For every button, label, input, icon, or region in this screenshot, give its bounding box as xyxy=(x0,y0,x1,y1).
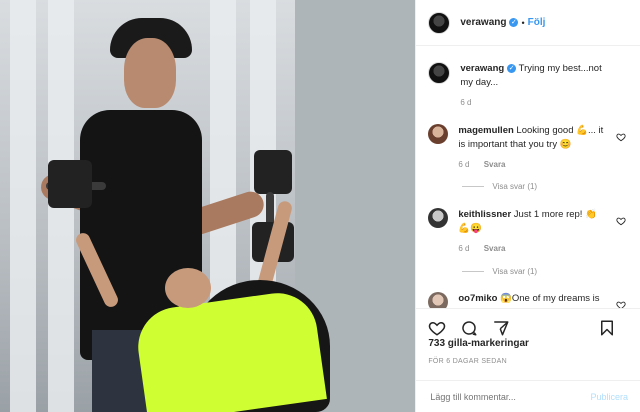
verified-badge-icon: ✓ xyxy=(509,18,519,27)
caption: verawang ✓ Trying my best...not my day...… xyxy=(428,62,632,110)
comment-age[interactable]: 6 d xyxy=(458,160,469,169)
blind-slat xyxy=(10,0,36,412)
comment: keithlissner Just 1 more rep! 👏 💪😛 6 d S… xyxy=(428,208,632,256)
share-icon[interactable] xyxy=(492,319,510,337)
instagram-post: verawang ✓ • Följ verawang ✓ Trying my be… xyxy=(0,0,640,412)
follow-button[interactable]: Följ xyxy=(528,17,546,28)
avatar[interactable] xyxy=(428,292,449,308)
comment-username[interactable]: magemullen xyxy=(458,125,513,136)
right-dumbbell-plate-top xyxy=(254,150,292,194)
verified-badge-icon: ✓ xyxy=(507,63,517,73)
view-replies-label: Visa svar (1) xyxy=(492,267,538,276)
avatar[interactable] xyxy=(428,208,449,228)
heart-icon[interactable] xyxy=(616,300,626,308)
comment-text: 😱One of my dreams is xyxy=(500,293,600,304)
comment-username[interactable]: keithlissner xyxy=(458,209,511,220)
comment: oo7miko 😱One of my dreams is xyxy=(428,292,632,308)
header-username[interactable]: verawang xyxy=(460,17,506,28)
heart-icon[interactable] xyxy=(616,216,626,226)
woman-face xyxy=(165,268,211,308)
comments-list[interactable]: verawang ✓ Trying my best...not my day...… xyxy=(416,46,640,308)
post-header: verawang ✓ • Följ xyxy=(416,0,640,46)
reply-button[interactable]: Svara xyxy=(484,160,506,169)
heart-icon[interactable] xyxy=(616,132,626,142)
reply-button[interactable]: Svara xyxy=(484,244,506,253)
divider xyxy=(462,271,485,272)
likes-count[interactable]: 733 gilla-markeringar xyxy=(428,338,529,349)
comment-age[interactable]: 6 d xyxy=(458,244,469,253)
bookmark-icon[interactable] xyxy=(598,319,616,337)
man-head xyxy=(124,38,176,108)
comment-icon[interactable] xyxy=(460,319,478,337)
comment-username[interactable]: oo7miko xyxy=(458,293,497,304)
publish-button[interactable]: Publicera xyxy=(590,392,628,402)
left-dumbbell-plate xyxy=(48,160,92,208)
comment-input[interactable] xyxy=(428,390,591,403)
avatar[interactable] xyxy=(428,11,451,34)
view-replies-button[interactable]: Visa svar (1) xyxy=(462,182,537,191)
separator: • xyxy=(521,17,525,28)
post-photo[interactable] xyxy=(0,0,416,412)
post-date[interactable]: FÖR 6 DAGAR SEDAN xyxy=(428,358,507,365)
add-comment-bar: Publicera xyxy=(416,380,640,412)
view-replies-button[interactable]: Visa svar (1) xyxy=(462,267,537,276)
divider xyxy=(462,186,485,187)
caption-age[interactable]: 6 d xyxy=(460,98,471,107)
avatar[interactable] xyxy=(428,124,449,144)
comment: magemullen Looking good 💪... it is impor… xyxy=(428,124,632,172)
heart-icon[interactable] xyxy=(428,319,446,337)
caption-username[interactable]: verawang xyxy=(460,63,504,74)
view-replies-label: Visa svar (1) xyxy=(492,182,538,191)
avatar[interactable] xyxy=(428,62,451,84)
post-sidebar: verawang ✓ • Följ verawang ✓ Trying my be… xyxy=(415,0,640,412)
